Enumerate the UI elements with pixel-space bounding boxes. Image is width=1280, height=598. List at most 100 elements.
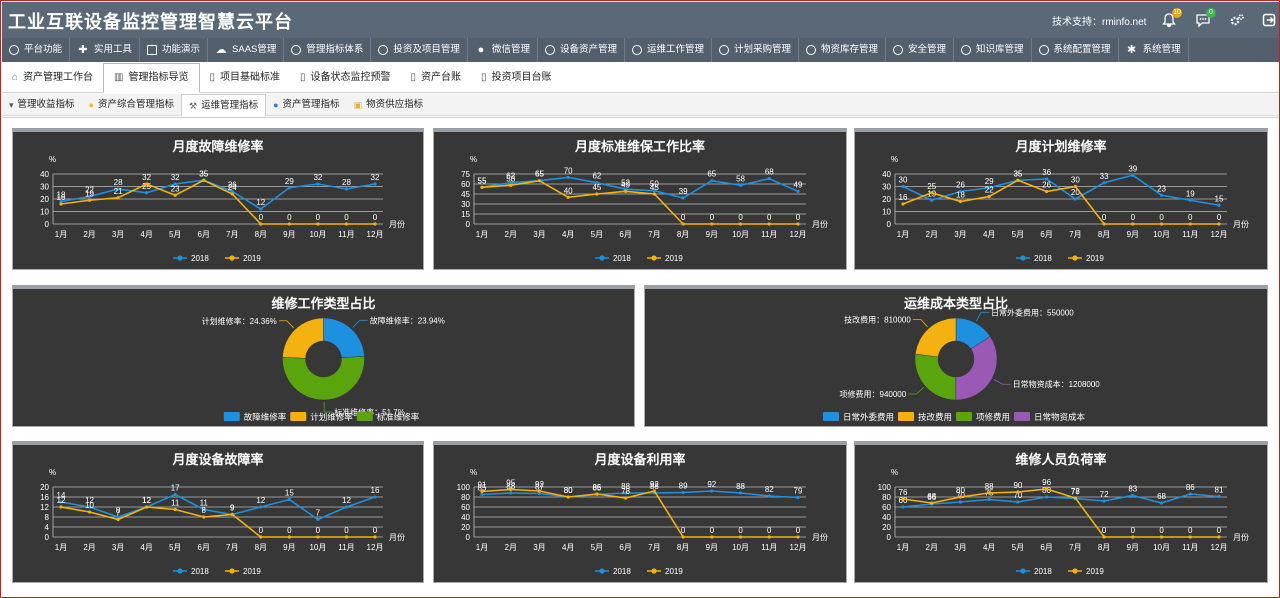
nav-item-8[interactable]: 运维工作管理 (625, 38, 712, 62)
data-label: 23 (171, 184, 180, 193)
chevron-down-icon: ▾ (9, 100, 14, 110)
legend-marker (1020, 568, 1026, 574)
nav-item-11[interactable]: 安全管理 (886, 38, 955, 62)
pie-label: 日常物资成本：1208000 (1013, 379, 1101, 389)
data-point (509, 183, 513, 187)
data-point (1159, 501, 1164, 505)
x-tick-label: 12月 (1211, 543, 1228, 552)
nav-item-3[interactable]: ☁ SAAS管理 (208, 38, 285, 62)
y-axis-label: % (470, 155, 477, 164)
nav-item-12[interactable]: 知识库管理 (954, 38, 1032, 62)
data-label: 9 (230, 504, 235, 513)
x-tick-label: 9月 (283, 230, 295, 239)
sub-tab-0[interactable]: ▾ 管理收益指标 (2, 94, 82, 116)
bell-icon[interactable]: 10 (1158, 8, 1182, 31)
data-label: 0 (316, 526, 321, 535)
nav-item-label: 平台功能 (24, 44, 63, 55)
y-tick-label: 20 (40, 195, 49, 204)
data-label: 88 (736, 482, 745, 491)
pie-slice (955, 335, 998, 401)
nav-item-9[interactable]: 计划采购管理 (712, 38, 799, 62)
data-point (87, 510, 92, 514)
series-line-2019 (902, 488, 1219, 538)
nav-item-1[interactable]: ✚ 实用工具 (70, 38, 141, 62)
data-label: 29 (985, 177, 994, 186)
tab-5[interactable]: ▯ 投资项目台账 (471, 63, 562, 93)
data-point (1188, 492, 1192, 496)
data-point (1217, 222, 1221, 226)
y-tick-label: 60 (461, 503, 470, 512)
legend-label: 故障维修率 (244, 412, 287, 422)
nav-item-label: 系统管理 (1142, 44, 1181, 55)
x-tick-label: 1月 (55, 543, 67, 552)
logout-icon[interactable] (1258, 9, 1279, 31)
x-tick-label: 5月 (169, 230, 181, 239)
tab-0[interactable]: ⌂ 资产管理工作台 (2, 63, 103, 93)
nav-item-10[interactable]: 物资库存管理 (799, 38, 887, 62)
nav-item-0[interactable]: 平台功能 (2, 38, 71, 62)
nav-item-14[interactable]: ✱ 系统管理 (1119, 38, 1189, 62)
nav-item-7[interactable]: 设备资产管理 (538, 38, 625, 62)
data-label: 0 (738, 213, 743, 222)
tab-label: 资产管理工作台 (23, 72, 94, 83)
data-point (373, 222, 377, 226)
nav-item-4[interactable]: 管理指标体系 (284, 38, 372, 62)
sub-tab-4[interactable]: ▣ 物资供应指标 (347, 94, 431, 116)
legend-label: 2019 (665, 254, 683, 263)
pie-leader-line (975, 311, 990, 322)
legend-marker (177, 568, 183, 574)
sub-tab-3[interactable]: ● 资产管理指标 (266, 94, 346, 116)
sub-tab-1[interactable]: ● 资产综合管理指标 (82, 94, 181, 116)
data-point (595, 492, 599, 496)
data-point (566, 195, 570, 199)
y-tick-label: 20 (882, 523, 891, 532)
nav-item-6[interactable]: ● 微信管理 (468, 38, 538, 62)
nav-item-13[interactable]: 系统配置管理 (1032, 38, 1119, 62)
y-tick-label: 80 (882, 493, 891, 502)
data-point (738, 183, 743, 187)
sub-tab-label: 资产综合管理指标 (97, 99, 174, 110)
nav-item-5[interactable]: 投资及项目管理 (371, 38, 468, 62)
y-tick-label: 10 (40, 208, 49, 217)
data-label: 0 (1131, 213, 1136, 222)
sub-tab-2[interactable]: ⚒ 运维管理指标 (181, 94, 267, 116)
chat-icon[interactable]: 0 (1192, 8, 1216, 31)
data-label: 88 (985, 482, 994, 491)
tab-2[interactable]: ▯ 项目基础标准 (200, 63, 291, 93)
tab-3[interactable]: ▯ 设备状态监控预警 (290, 63, 401, 93)
data-point (373, 182, 377, 186)
y-tick-label: 8 (45, 513, 50, 522)
data-label: 12 (342, 496, 351, 505)
chart-panel-1: 月度标准维保工作比率% 0 15 30 45 60 75 1月 2月 3月 4月 5月 6月 7月 8月 9月… (433, 128, 847, 270)
x-tick-label: 11月 (1182, 230, 1198, 239)
y-tick-label: 0 (466, 533, 471, 542)
tab-1[interactable]: ▥ 管理指标导览 (103, 63, 200, 93)
tab-4[interactable]: ▯ 资产台账 (401, 63, 472, 93)
data-label: 28 (342, 178, 351, 187)
data-point (1188, 222, 1192, 226)
data-point (1016, 500, 1020, 504)
data-point (1073, 197, 1077, 201)
y-tick-label: 12 (40, 503, 49, 512)
chart-svg: %015304560751月 2月 3月 4月 5月 6月 7月 8月 9月 10月 11月 12月月… (461, 155, 828, 263)
legend-label: 标准维修率 (377, 412, 420, 422)
data-point (1159, 222, 1164, 226)
y-tick-label: 0 (887, 220, 892, 229)
x-tick-label: 2月 (926, 230, 938, 239)
data-label: 0 (259, 526, 264, 535)
settings-icon[interactable] (1226, 9, 1248, 31)
data-label: 79 (794, 487, 803, 496)
x-tick-label: 10月 (1153, 230, 1170, 239)
nav-item-label: 实用工具 (94, 44, 133, 55)
x-tick-label: 7月 (648, 543, 660, 552)
x-tick-label: 10月 (1153, 543, 1170, 552)
data-point (767, 222, 771, 226)
legend-label: 2019 (1086, 567, 1104, 576)
legend-marker (177, 255, 183, 261)
data-point (1016, 178, 1020, 182)
y-tick-label: 75 (461, 170, 470, 179)
pie-slice (282, 317, 324, 359)
x-tick-label: 8月 (677, 543, 689, 552)
x-tick-label: 9月 (283, 543, 295, 552)
nav-item-2[interactable]: 功能演示 (140, 38, 209, 62)
